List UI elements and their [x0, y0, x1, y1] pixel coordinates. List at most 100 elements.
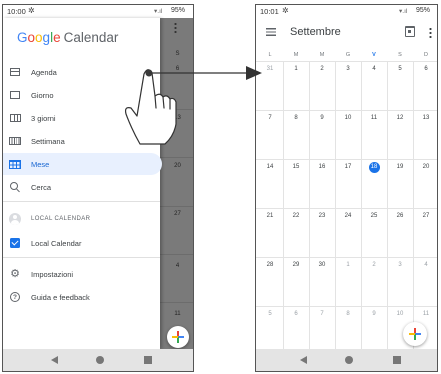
day-number: 2 [320, 66, 324, 72]
day-cell[interactable]: 7 [309, 311, 335, 317]
week-view-icon [9, 136, 21, 146]
grid-column-line [335, 61, 336, 350]
day-cell[interactable]: 23 [309, 213, 335, 219]
day-cell[interactable]: 9 [361, 311, 387, 317]
weekday-label: L [268, 52, 272, 58]
backdrop-day: 27 [174, 211, 181, 217]
day-number: 27 [422, 213, 430, 219]
day-number: 22 [292, 213, 300, 219]
day-cell[interactable]: 28 [257, 262, 283, 268]
day-cell[interactable]: 26 [387, 213, 413, 219]
day-cell[interactable]: 15 [283, 164, 309, 170]
day-cell[interactable]: 25 [361, 213, 387, 219]
day-cell[interactable]: 14 [257, 164, 283, 170]
day-cell[interactable]: 12 [387, 115, 413, 121]
day-cell[interactable]: 10 [387, 311, 413, 317]
menu-item-settimana[interactable]: Settimana [3, 130, 160, 152]
home-icon[interactable] [345, 356, 353, 364]
day-number: 6 [294, 311, 298, 317]
day-cell[interactable]: 3 [387, 262, 413, 268]
create-event-fab[interactable] [403, 322, 427, 346]
day-cell[interactable]: 8 [283, 115, 309, 121]
plus-icon [172, 331, 184, 343]
settings-notification-icon: ✲ [282, 6, 289, 15]
day-cell[interactable]: 13 [413, 115, 437, 121]
calendar-backdrop[interactable]: S 6 13 20 27 4 11 [160, 18, 193, 349]
day-cell[interactable]: 10 [335, 115, 361, 121]
day-cell[interactable]: 3 [335, 66, 361, 72]
menu-item-mese[interactable]: Mese [3, 153, 162, 175]
day-number: 10 [344, 115, 352, 121]
day-number: 6 [424, 66, 428, 72]
menu-item-impostazioni[interactable]: ⚙ Impostazioni [3, 263, 160, 285]
day-cell[interactable]: 11 [361, 115, 387, 121]
back-icon[interactable] [51, 356, 58, 364]
day-cell[interactable]: 8 [335, 311, 361, 317]
backdrop-day: 20 [174, 163, 181, 169]
day-cell[interactable]: 21 [257, 213, 283, 219]
day-view-icon [9, 90, 21, 100]
day-cell[interactable]: 29 [283, 262, 309, 268]
divider [160, 254, 193, 255]
menu-item-label: 3 giorni [31, 113, 56, 123]
day-cell[interactable]: 17 [335, 164, 361, 170]
signal-icon: ▾.ıl [399, 8, 408, 15]
menu-item-cerca[interactable]: Cerca [3, 176, 160, 198]
day-cell[interactable]: 27 [413, 213, 437, 219]
divider [3, 257, 160, 258]
day-cell[interactable]: 5 [387, 66, 413, 72]
day-cell[interactable]: 19 [387, 164, 413, 170]
account-avatar-icon [9, 213, 21, 225]
day-cell[interactable]: 1 [283, 66, 309, 72]
today-calendar-icon[interactable] [405, 26, 415, 37]
menu-item-3-giorni[interactable]: 3 giorni [3, 107, 160, 129]
day-number: 8 [346, 311, 350, 317]
day-number: 4 [372, 66, 376, 72]
day-number: 15 [292, 164, 300, 170]
day-cell[interactable]: 24 [335, 213, 361, 219]
recent-apps-icon[interactable] [393, 356, 401, 364]
day-cell[interactable]: 6 [413, 66, 437, 72]
day-cell[interactable]: 16 [309, 164, 335, 170]
day-cell[interactable]: 20 [413, 164, 437, 170]
day-cell-today[interactable]: 18 [361, 162, 387, 173]
day-cell[interactable]: 4 [361, 66, 387, 72]
day-cell[interactable]: 1 [335, 262, 361, 268]
menu-icon[interactable] [266, 28, 276, 36]
menu-item-giorno[interactable]: Giorno [3, 84, 160, 106]
day-cell[interactable]: 6 [283, 311, 309, 317]
month-title[interactable]: Settembre [290, 26, 341, 38]
day-number: 1 [346, 262, 350, 268]
signal-icon: ▾.ıl [154, 8, 163, 15]
back-icon[interactable] [300, 356, 307, 364]
checkbox-checked-icon[interactable] [9, 238, 21, 248]
grid-column-line [361, 61, 362, 350]
calendar-item-local[interactable]: Local Calendar [3, 232, 160, 254]
menu-item-agenda[interactable]: Agenda [3, 61, 160, 83]
day-number: 1 [294, 66, 298, 72]
more-options-icon[interactable] [429, 27, 432, 38]
battery-level: 95% [171, 7, 186, 14]
day-number: 5 [398, 66, 402, 72]
day-cell[interactable]: 2 [309, 66, 335, 72]
day-number: 24 [344, 213, 352, 219]
recent-apps-icon[interactable] [144, 356, 152, 364]
menu-item-guida[interactable]: ? Guida e feedback [3, 286, 160, 308]
home-icon[interactable] [96, 356, 104, 364]
create-event-fab[interactable] [167, 326, 189, 348]
backdrop-day: 6 [175, 66, 180, 72]
day-cell[interactable]: 7 [257, 115, 283, 121]
month-view-icon [9, 159, 21, 169]
day-cell[interactable]: 11 [413, 311, 437, 317]
day-cell[interactable]: 22 [283, 213, 309, 219]
day-cell[interactable]: 9 [309, 115, 335, 121]
day-cell[interactable]: 30 [309, 262, 335, 268]
day-number: 30 [318, 262, 326, 268]
account-label: LOCAL CALENDAR [31, 216, 91, 222]
day-cell[interactable]: 31 [257, 66, 283, 72]
day-number: 26 [396, 213, 404, 219]
account-header: LOCAL CALENDAR [3, 208, 160, 230]
day-cell[interactable]: 4 [413, 262, 437, 268]
day-cell[interactable]: 5 [257, 311, 283, 317]
day-cell[interactable]: 2 [361, 262, 387, 268]
